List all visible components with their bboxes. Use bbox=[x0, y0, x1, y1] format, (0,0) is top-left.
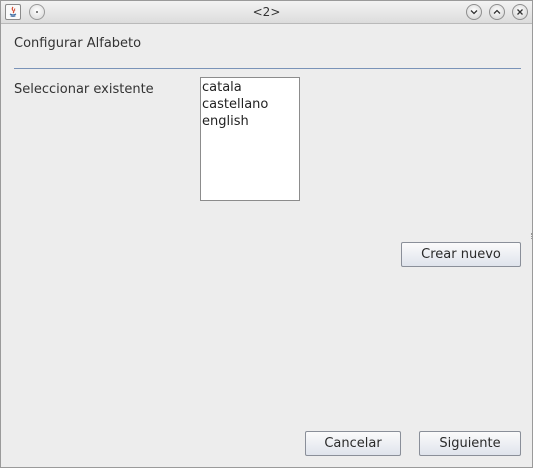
close-icon[interactable] bbox=[512, 4, 528, 20]
dialog-window: <2> Configurar Alfabeto Seleccionar exis… bbox=[0, 0, 533, 468]
page-heading: Configurar Alfabeto bbox=[14, 36, 142, 51]
window-title: <2> bbox=[252, 5, 281, 19]
create-new-button[interactable]: Crear nuevo bbox=[401, 242, 521, 267]
minimize-icon[interactable] bbox=[466, 4, 482, 20]
heading-separator bbox=[14, 68, 521, 69]
next-button[interactable]: Siguiente bbox=[419, 431, 521, 456]
alphabet-list[interactable]: catala castellano english bbox=[200, 77, 300, 201]
list-item[interactable]: catala bbox=[202, 79, 299, 96]
maximize-icon[interactable] bbox=[489, 4, 505, 20]
list-item[interactable]: castellano bbox=[202, 96, 299, 113]
select-existing-label: Seleccionar existente bbox=[14, 82, 154, 97]
list-item[interactable]: english bbox=[202, 113, 299, 130]
cancel-button[interactable]: Cancelar bbox=[305, 431, 401, 456]
title-bar[interactable]: <2> bbox=[1, 1, 532, 24]
